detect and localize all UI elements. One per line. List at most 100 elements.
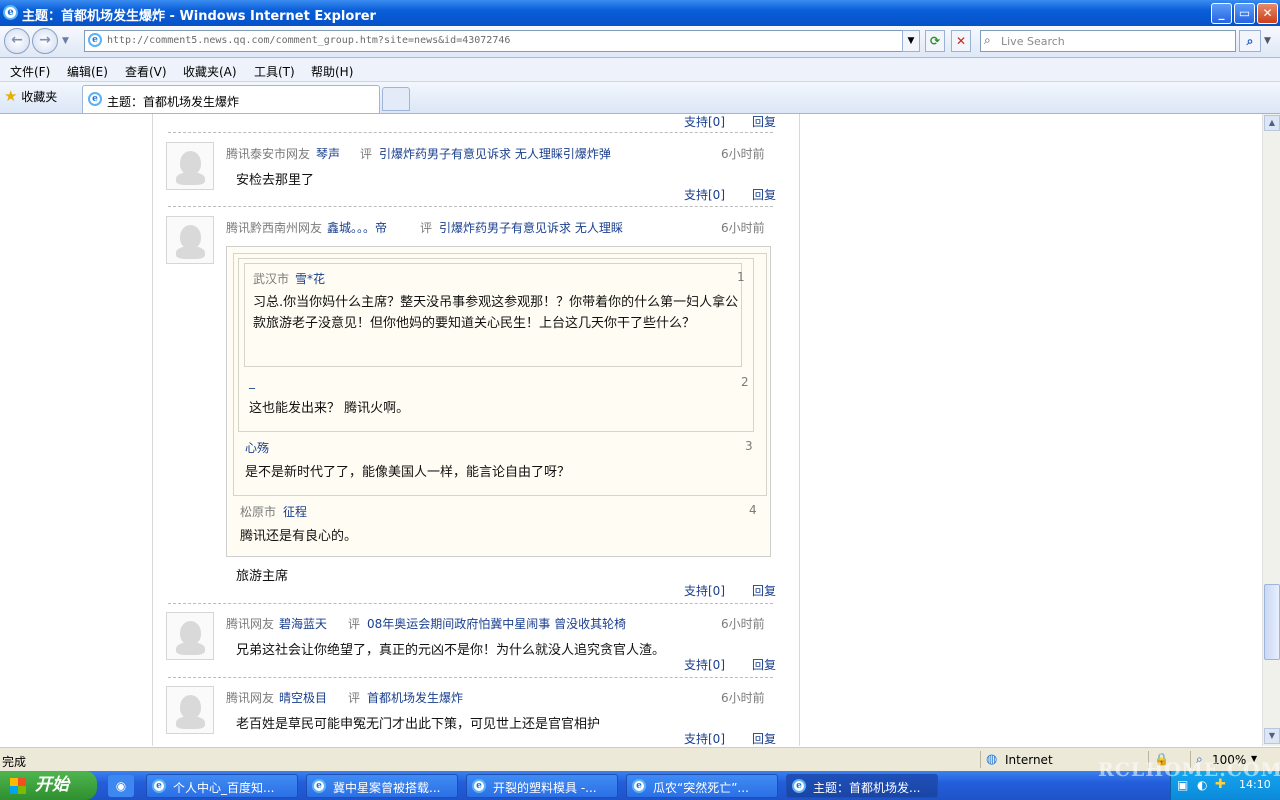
forward-button[interactable]: → — [32, 28, 58, 54]
watermark-text: RCLHOME.COM — [1098, 759, 1280, 781]
comment-time: 6小时前 — [721, 691, 765, 705]
ie-icon: e — [792, 779, 806, 793]
taskbar-item-label: 主题：首都机场发... — [813, 781, 921, 795]
taskbar: 开始 ◉ e 个人中心_百度知... e 冀中星案曾被搭载... e 开裂的塑料模具 … — [0, 771, 1280, 800]
ie-icon: e — [472, 779, 486, 793]
stop-button[interactable]: ✕ — [951, 30, 971, 52]
taskbar-item[interactable]: e 瓜农“突然死亡”... — [626, 774, 778, 798]
menu-edit[interactable]: 编辑(E) — [67, 63, 108, 80]
scroll-thumb[interactable] — [1264, 584, 1280, 660]
search-options-icon[interactable]: ▼ — [1264, 36, 1271, 46]
status-text: 完成 — [2, 755, 27, 769]
menu-favorites[interactable]: 收藏夹(A) — [183, 63, 237, 80]
start-button[interactable]: 开始 — [0, 771, 97, 800]
comment-location: 腾讯泰安市网友 — [226, 147, 311, 161]
close-button[interactable]: ✕ — [1257, 3, 1278, 24]
address-input[interactable]: http://comment5.news.qq.com/comment_grou… — [107, 35, 510, 46]
comment-user-link[interactable]: 碧海蓝天 — [279, 615, 327, 632]
taskbar-item-label: 瓜农“突然死亡”... — [653, 781, 749, 795]
search-input[interactable]: Live Search — [1001, 35, 1065, 48]
user-avatar[interactable] — [166, 142, 214, 190]
menu-help[interactable]: 帮助(H) — [311, 63, 353, 80]
comment-text: 老百姓是草民可能申冤无门才出此下策，可见世上还是官官相护 — [236, 717, 601, 732]
tab-page-icon: e — [88, 92, 102, 106]
support-link[interactable]: 支持[0] — [684, 582, 725, 599]
vertical-scrollbar[interactable]: ▲ ▼ — [1262, 114, 1280, 746]
quote-text: 是不是新时代了了，能像美国人一样，能言论自由了呀？ — [245, 465, 571, 480]
taskbar-item-label: 开裂的塑料模具 -... — [493, 781, 597, 795]
back-button[interactable]: ← — [4, 28, 30, 54]
address-bar[interactable]: e http://comment5.news.qq.com/comment_gr… — [84, 30, 920, 52]
search-button[interactable]: ⌕ — [1239, 30, 1261, 52]
quote-user-link[interactable]: _ — [249, 375, 255, 389]
reply-link[interactable]: 回复 — [752, 730, 776, 746]
reply-link[interactable]: 回复 — [752, 656, 776, 673]
comment-location: 腾讯网友 — [226, 617, 275, 631]
quote-text: 习总.你当你妈什么主席？整天没吊事参观这参观那！？你带着你的什么第一妇人拿公款旅… — [253, 295, 739, 331]
news-topic-link[interactable]: 引爆炸药男子有意见诉求 无人理睬 — [439, 219, 623, 236]
eval-label: 评 — [348, 617, 361, 631]
user-avatar[interactable] — [166, 612, 214, 660]
menu-view[interactable]: 查看(V) — [125, 63, 167, 80]
quoted-comments-box: 武汉市 雪*花 1 习总.你当你妈什么主席？整天没吊事参观这参观那！？你带着你的… — [226, 246, 771, 557]
window-title: 主题：首都机场发生爆炸 - Windows Internet Explorer — [22, 9, 376, 24]
address-dropdown-icon[interactable]: ▼ — [902, 30, 920, 52]
new-tab-button[interactable] — [382, 87, 410, 111]
support-link[interactable]: 支持[0] — [684, 186, 725, 203]
quote-user-link[interactable]: 心殇 — [245, 439, 269, 456]
eval-label: 评 — [360, 147, 373, 161]
maximize-button[interactable]: ▭ — [1234, 3, 1255, 24]
taskbar-item[interactable]: e 开裂的塑料模具 -... — [466, 774, 618, 798]
user-avatar[interactable] — [166, 216, 214, 264]
taskbar-item-active[interactable]: e 主题：首都机场发... — [786, 774, 938, 798]
star-icon: ★ — [4, 87, 18, 105]
quote-floor-number: 4 — [749, 503, 757, 517]
favorites-button[interactable]: ★ 收藏夹 — [4, 87, 57, 105]
support-link[interactable]: 支持[0] — [684, 114, 725, 130]
separator — [168, 603, 773, 604]
browser-tab-active[interactable]: e 主题：首都机场发生爆炸 — [82, 85, 380, 113]
taskbar-item[interactable]: e 冀中星案曾被搭载... — [306, 774, 458, 798]
menu-tools[interactable]: 工具(T) — [254, 63, 295, 80]
taskbar-item-label: 个人中心_百度知... — [173, 781, 275, 795]
news-topic-link[interactable]: 引爆炸药男子有意见诉求 无人理睬引爆炸弹 — [379, 145, 611, 162]
comment-user-link[interactable]: 琴声 — [316, 145, 340, 162]
quote-user-link[interactable]: 征程 — [283, 503, 307, 520]
comment-location: 腾讯黔西南州网友 — [226, 221, 323, 235]
history-dropdown-icon[interactable]: ▼ — [62, 36, 69, 46]
reply-link[interactable]: 回复 — [752, 114, 776, 130]
quote-text: 腾讯还是有良心的。 — [240, 529, 358, 544]
comment-user-link[interactable]: 晴空极目 — [279, 689, 327, 706]
page-content: 支持[0] 回复 腾讯泰安市网友 琴声 评 引爆炸药男子有意见诉求 无人理睬引爆… — [0, 114, 1262, 746]
status-bar: 完成 ◍ Internet 🔒 ⌕ 100% ▼ — [0, 747, 1280, 771]
quicklaunch-app-icon[interactable]: ◉ — [108, 775, 134, 797]
comment-user-link[interactable]: 鑫城。。。帝 — [327, 219, 387, 236]
news-topic-link[interactable]: 首都机场发生爆炸 — [367, 689, 463, 706]
tab-title: 主题：首都机场发生爆炸 — [107, 95, 240, 109]
comment-time: 6小时前 — [721, 617, 765, 631]
quote-location: 松原市 — [240, 505, 277, 519]
refresh-button[interactable]: ⟳ — [925, 30, 945, 52]
reply-link[interactable]: 回复 — [752, 582, 776, 599]
menu-file[interactable]: 文件(F) — [10, 63, 50, 80]
navigation-bar: ← → ▼ e http://comment5.news.qq.com/comm… — [0, 26, 1280, 58]
user-avatar[interactable] — [166, 686, 214, 734]
windows-logo-icon — [10, 778, 26, 794]
quote-floor-number: 3 — [745, 439, 753, 453]
search-box[interactable]: ⌕ Live Search — [980, 30, 1236, 52]
reply-link[interactable]: 回复 — [752, 186, 776, 203]
eval-label: 评 — [420, 221, 433, 235]
security-zone-label: Internet — [1005, 753, 1053, 767]
scroll-up-button[interactable]: ▲ — [1264, 115, 1280, 131]
quote-user-link[interactable]: 雪*花 — [295, 270, 325, 287]
window-titlebar: e 主题：首都机场发生爆炸 - Windows Internet Explore… — [0, 0, 1280, 26]
news-topic-link[interactable]: 08年奥运会期间政府怕冀中星闹事 曾没收其轮椅 — [367, 615, 626, 632]
support-link[interactable]: 支持[0] — [684, 730, 725, 746]
start-label: 开始 — [35, 775, 69, 795]
taskbar-item[interactable]: e 个人中心_百度知... — [146, 774, 298, 798]
scroll-down-button[interactable]: ▼ — [1264, 728, 1280, 744]
minimize-button[interactable]: _ — [1211, 3, 1232, 24]
support-link[interactable]: 支持[0] — [684, 656, 725, 673]
eval-label: 评 — [348, 691, 361, 705]
quote-text: 这也能发出来？ 腾讯火啊。 — [249, 401, 410, 416]
